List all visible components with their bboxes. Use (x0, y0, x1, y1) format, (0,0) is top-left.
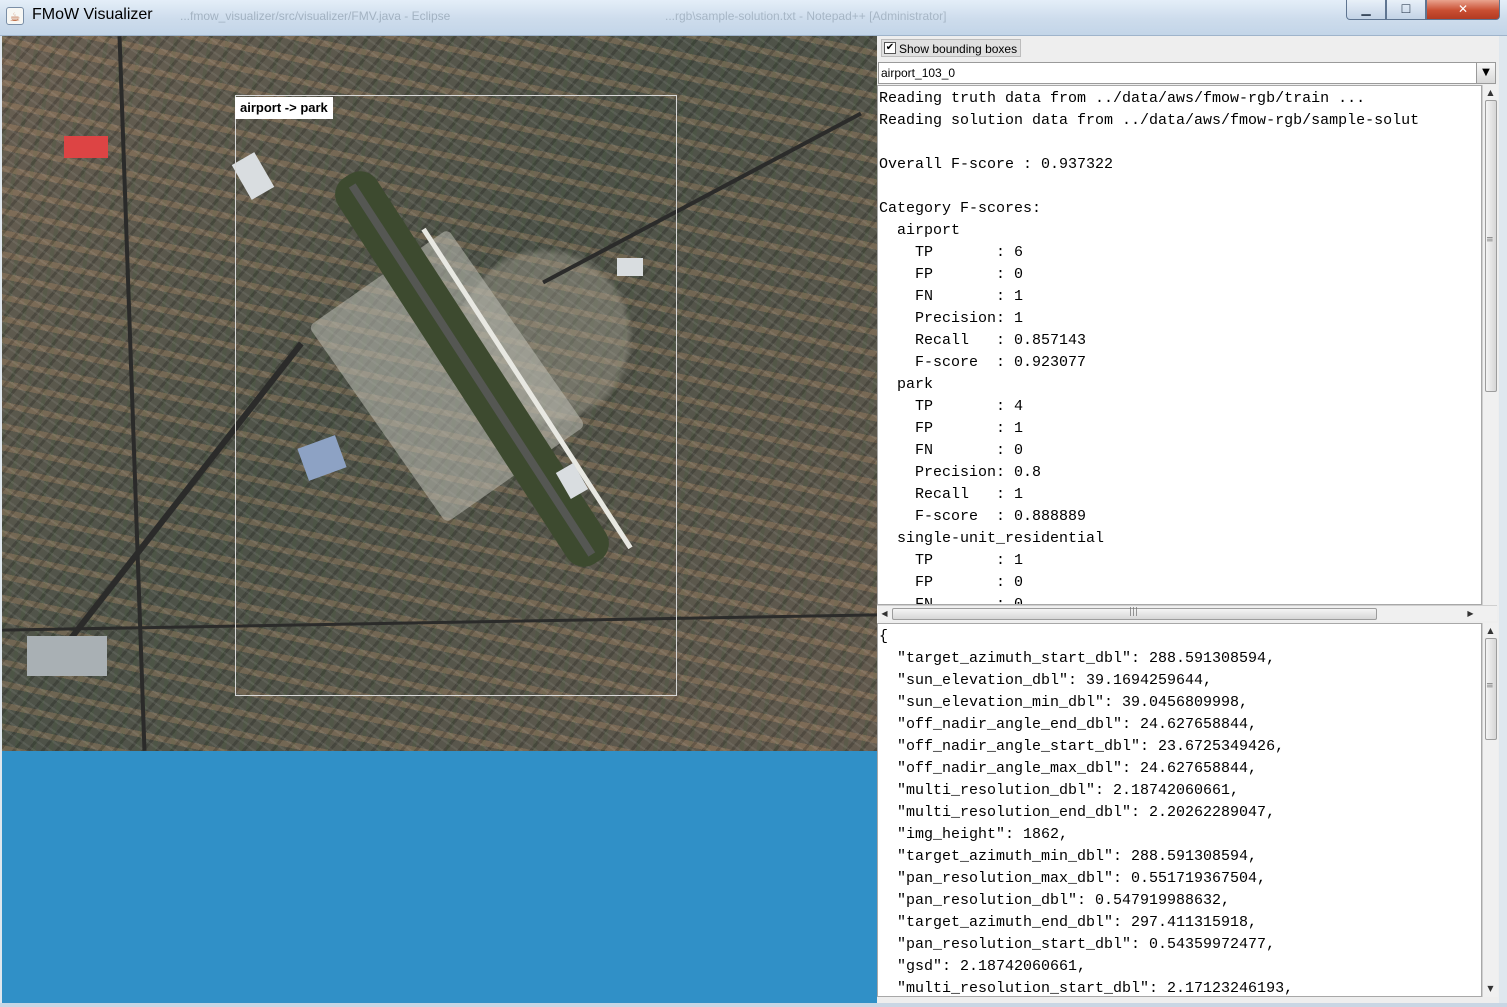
scroll-thumb[interactable] (1485, 100, 1497, 392)
metadata-line: "off_nadir_angle_max_dbl": 24.627658844, (879, 760, 1258, 777)
metadata-output[interactable]: { "target_azimuth_start_dbl": 288.591308… (877, 623, 1482, 997)
metadata-line: "pan_resolution_start_dbl": 0.5435997247… (879, 936, 1276, 953)
metadata-line: "sun_elevation_dbl": 39.1694259644, (879, 672, 1213, 689)
score-output[interactable]: Reading truth data from ../data/aws/fmow… (877, 85, 1482, 605)
metadata-line: "multi_resolution_dbl": 2.18742060661, (879, 782, 1240, 799)
score-line: single-unit_residential (879, 530, 1105, 547)
java-app-icon: ☕ (6, 7, 24, 25)
score-line: TP : 6 (879, 244, 1024, 261)
title-bar: ☕ FMoW Visualizer ...fmow_visualizer/src… (0, 0, 1507, 36)
metadata-line: "target_azimuth_start_dbl": 288.59130859… (879, 650, 1276, 667)
score-line: F-score : 0.923077 (879, 354, 1087, 371)
score-line: Recall : 1 (879, 486, 1024, 503)
metadata-text: { "target_azimuth_start_dbl": 288.591308… (878, 624, 1481, 997)
metadata-line: "sun_elevation_min_dbl": 39.0456809998, (879, 694, 1249, 711)
score-line: Overall F-score : 0.937322 (879, 156, 1114, 173)
metadata-line: "target_azimuth_min_dbl": 288.591308594, (879, 848, 1258, 865)
score-text: Reading truth data from ../data/aws/fmow… (878, 86, 1481, 605)
window-bottom-edge (0, 1003, 1507, 1007)
score-line: TP : 4 (879, 398, 1024, 415)
score-line (879, 176, 1481, 198)
image-panel: airport -> park (2, 36, 877, 1003)
scroll-left-icon[interactable]: ◀ (877, 606, 892, 621)
metadata-line: "multi_resolution_start_dbl": 2.17123246… (879, 980, 1294, 997)
score-line: park (879, 376, 934, 393)
metadata-line: "pan_resolution_dbl": 0.547919988632, (879, 892, 1231, 909)
score-line: Precision: 1 (879, 310, 1024, 327)
score-line: FP : 1 (879, 420, 1024, 437)
maximize-button[interactable]: ☐ (1386, 0, 1426, 20)
metadata-line: "off_nadir_angle_start_dbl": 23.67253494… (879, 738, 1285, 755)
checkbox[interactable]: ✔ (884, 42, 896, 54)
selected-image: airport_103_0 (881, 66, 956, 80)
metadata-line: "target_azimuth_end_dbl": 297.411315918, (879, 914, 1258, 931)
score-line: Category F-scores: (879, 200, 1042, 217)
score-line: Reading solution data from ../data/aws/f… (879, 112, 1420, 129)
score-line: TP : 1 (879, 552, 1024, 569)
score-line: FN : 1 (879, 288, 1024, 305)
score-line: airport (879, 222, 961, 239)
metadata-line: { (879, 628, 889, 645)
background-window-title: ...fmow_visualizer/src/visualizer/FMV.ja… (180, 9, 451, 23)
checkbox-label: Show bounding boxes (899, 42, 1018, 56)
show-bounding-boxes-toggle[interactable]: ✔ Show bounding boxes (881, 39, 1022, 57)
score-vertical-scrollbar[interactable]: ▲ ≡ (1482, 85, 1498, 605)
score-line: FP : 0 (879, 266, 1024, 283)
score-line: Recall : 0.857143 (879, 332, 1087, 349)
score-line: Precision: 0.8 (879, 464, 1042, 481)
window-title: FMoW Visualizer (32, 6, 153, 23)
scroll-up-icon[interactable]: ▲ (1483, 623, 1498, 638)
background-window-title: ...rgb\sample-solution.txt - Notepad++ [… (665, 9, 947, 23)
scroll-down-icon[interactable]: ▼ (1483, 981, 1498, 996)
scroll-up-icon[interactable]: ▲ (1483, 85, 1498, 100)
chevron-down-icon[interactable]: ▼ (1476, 63, 1495, 83)
road (117, 36, 147, 751)
scroll-right-icon[interactable]: ▶ (1463, 606, 1478, 621)
metadata-line: "pan_resolution_max_dbl": 0.551719367504… (879, 870, 1267, 887)
right-panel: ✔ Show bounding boxes airport_103_0 ▼ Re… (877, 36, 1499, 1003)
image-select-dropdown[interactable]: airport_103_0 ▼ (878, 62, 1496, 84)
metadata-line: "multi_resolution_end_dbl": 2.2026228904… (879, 804, 1276, 821)
building (27, 636, 107, 676)
grip-icon: ≡ (1486, 681, 1494, 691)
bounding-box-label: airport -> park (235, 97, 333, 119)
metadata-line: "off_nadir_angle_end_dbl": 24.627658844, (879, 716, 1258, 733)
metadata-line: "gsd": 2.18742060661, (879, 958, 1087, 975)
score-line: FN : 0 (879, 596, 1024, 605)
minimize-button[interactable]: ▁ (1346, 0, 1386, 20)
score-line: FN : 0 (879, 442, 1024, 459)
grip-icon: ≡ (1486, 235, 1494, 245)
building (64, 136, 108, 158)
metadata-vertical-scrollbar[interactable]: ▲ ≡ ▼ (1482, 623, 1498, 997)
score-line: Reading truth data from ../data/aws/fmow… (879, 90, 1366, 107)
metadata-line: "img_height": 1862, (879, 826, 1069, 843)
score-line: FP : 0 (879, 574, 1024, 591)
score-line: F-score : 0.888889 (879, 508, 1087, 525)
bounding-box[interactable] (235, 95, 677, 696)
close-button[interactable]: ✕ (1426, 0, 1500, 20)
score-line (879, 132, 1481, 154)
score-horizontal-scrollbar[interactable]: ◀ ||| ▶ (877, 605, 1497, 621)
grip-icon: ||| (1129, 607, 1139, 617)
